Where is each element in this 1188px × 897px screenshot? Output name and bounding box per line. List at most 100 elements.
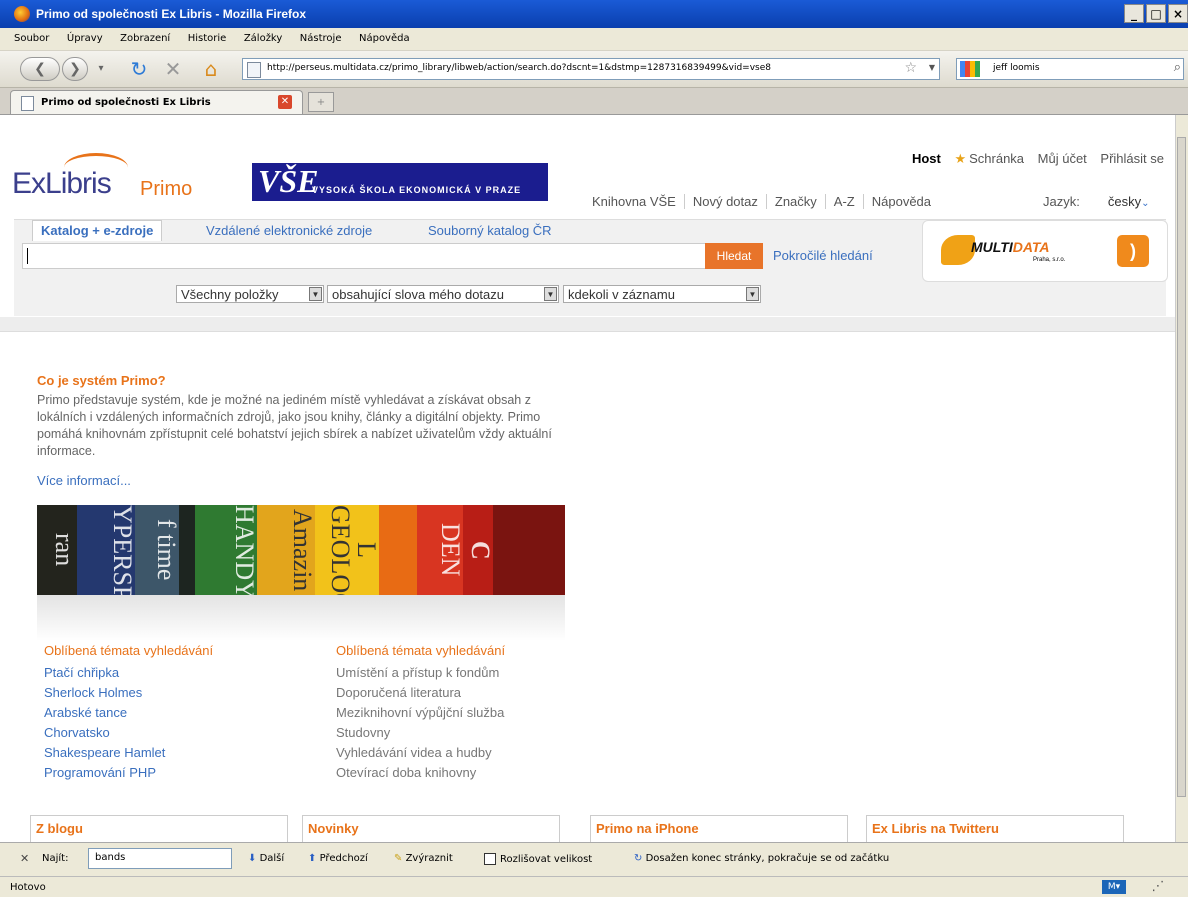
web-search-box[interactable]: jeff loomis ⌕ (956, 58, 1184, 80)
popular-left-item[interactable]: Shakespeare Hamlet (44, 743, 165, 763)
language-selector[interactable]: Jazyk: česky⌄ (1043, 194, 1149, 209)
book-spine: HANDY (195, 505, 257, 595)
multidata-swirl-icon (941, 235, 975, 265)
popular-left-item[interactable]: Arabské tance (44, 703, 165, 723)
match-select[interactable]: obsahující slova mého dotazu ▼ (327, 285, 559, 303)
iphone-box-title[interactable]: Primo na iPhone (596, 821, 699, 836)
popular-right-item[interactable]: Studovny (336, 723, 504, 743)
multidata-brand2: DATA (1012, 239, 1050, 255)
search-button[interactable]: Hledat (705, 243, 763, 269)
tab-soubory-katalog[interactable]: Souborný katalog ČR (428, 223, 552, 238)
wrap-icon: ↻ (634, 853, 643, 864)
close-button[interactable]: × (1168, 4, 1188, 23)
history-dropdown-icon[interactable]: ▾ (90, 58, 112, 80)
dropdown-arrow-icon[interactable]: ▼ (309, 287, 322, 301)
search-icon[interactable]: ⌕ (1174, 60, 1181, 75)
maximize-button[interactable]: □ (1146, 4, 1166, 23)
popular-left-item[interactable]: Ptačí chřipka (44, 663, 165, 683)
close-find-icon[interactable]: ✕ (20, 852, 29, 865)
basket-link[interactable]: Schránka (969, 151, 1024, 166)
addon-icon[interactable]: M▾ (1102, 880, 1126, 894)
book-spines-banner: ran YPERSPA f time HANDY Amazin L GEOLOG… (37, 505, 565, 595)
menu-soubor[interactable]: Soubor (14, 33, 49, 44)
minimize-button[interactable]: _ (1124, 4, 1144, 23)
match-case-label: Rozlišovat velikost (500, 854, 593, 865)
navigation-toolbar: ❮ ❯ ▾ ↻ ✕ ⌂ http://perseus.multidata.cz/… (0, 51, 1188, 88)
menu-napoveda[interactable]: Nápověda (359, 33, 410, 44)
back-button[interactable]: ❮ (20, 57, 60, 81)
exlibris-logo[interactable]: ExLibris (12, 153, 128, 201)
search-input[interactable] (22, 243, 706, 269)
tab-close-icon[interactable]: ✕ (278, 95, 292, 109)
multidata-subtext: Praha, s.r.o. (1033, 257, 1066, 263)
account-link[interactable]: Můj účet (1038, 151, 1087, 166)
find-input[interactable]: bands (88, 848, 232, 869)
blog-box-title[interactable]: Z blogu (36, 821, 83, 836)
checkbox-icon[interactable] (484, 853, 496, 865)
link-novy-dotaz[interactable]: Nový dotaz (684, 194, 767, 209)
address-bar[interactable]: http://perseus.multidata.cz/primo_librar… (242, 58, 940, 80)
book-spine: DEN (417, 505, 463, 595)
news-box-title[interactable]: Novinky (308, 821, 359, 836)
link-a-z[interactable]: A-Z (825, 194, 864, 209)
language-value[interactable]: česky (1108, 194, 1141, 209)
home-icon[interactable]: ⌂ (200, 58, 222, 80)
book-spine: Amazin (257, 505, 315, 595)
book-spine-plain (179, 505, 195, 595)
about-title: Co je systém Primo? (37, 373, 166, 388)
menu-historie[interactable]: Historie (188, 33, 227, 44)
highlight-button[interactable]: ✎ Zvýraznit (394, 853, 453, 864)
menu-zalozky[interactable]: Záložky (244, 33, 282, 44)
stop-icon[interactable]: ✕ (162, 58, 184, 80)
bookmark-star-icon[interactable]: ☆ (904, 60, 917, 76)
menu-upravy[interactable]: Úpravy (67, 33, 103, 44)
rss-icon[interactable]: ) (1117, 235, 1149, 267)
popular-left-item[interactable]: Programování PHP (44, 763, 165, 783)
menu-zobrazeni[interactable]: Zobrazení (120, 33, 170, 44)
dropdown-arrow-icon[interactable]: ▼ (746, 287, 759, 301)
match-select-value: obsahující slova mého dotazu (332, 287, 504, 302)
chevron-down-icon[interactable]: ⌄ (1141, 198, 1149, 209)
web-search-value: jeff loomis (993, 63, 1040, 73)
search-engine-icon[interactable] (960, 61, 980, 77)
more-info-link[interactable]: Více informací... (37, 473, 131, 488)
url-dropdown-icon[interactable]: ▼ (929, 63, 935, 72)
find-prev-button[interactable]: ⬆ Předchozí (308, 853, 368, 864)
link-napoveda[interactable]: Nápověda (864, 194, 939, 209)
popular-right-item[interactable]: Meziknihovní výpůjční služba (336, 703, 504, 723)
link-knihovna[interactable]: Knihovna VŠE (584, 194, 685, 209)
find-next-button[interactable]: ⬇ Další (248, 853, 284, 864)
popular-left-item[interactable]: Chorvatsko (44, 723, 165, 743)
dropdown-arrow-icon[interactable]: ▼ (544, 287, 557, 301)
match-case-checkbox[interactable]: Rozlišovat velikost (484, 853, 592, 865)
reload-icon[interactable]: ↻ (128, 58, 150, 80)
link-znacky[interactable]: Značky (766, 194, 826, 209)
scrollbar-thumb[interactable] (1177, 137, 1186, 797)
book-spine: C (463, 505, 493, 595)
forward-button[interactable]: ❯ (62, 57, 88, 81)
popular-right-item[interactable]: Vyhledávání videa a hudby (336, 743, 504, 763)
multidata-wordmark: MULTIDATA (971, 239, 1050, 255)
multidata-logo[interactable]: MULTIDATA Praha, s.r.o. (941, 235, 1101, 265)
menu-nastroje[interactable]: Nástroje (300, 33, 342, 44)
field-select[interactable]: kdekoli v záznamu ▼ (563, 285, 761, 303)
popular-right-item[interactable]: Doporučená literatura (336, 683, 504, 703)
popular-right-item[interactable]: Otevírací doba knihovny (336, 763, 504, 783)
popular-left-title: Oblíbená témata vyhledávání (44, 643, 214, 658)
vertical-scrollbar[interactable] (1175, 115, 1188, 842)
popular-right-item[interactable]: Umístění a přístup k fondům (336, 663, 504, 683)
tab-vzdalene-zdroje[interactable]: Vzdálené elektronické zdroje (206, 223, 372, 238)
scope-select[interactable]: Všechny položky ▼ (176, 285, 324, 303)
book-reflection (37, 595, 565, 641)
popular-left-item[interactable]: Sherlock Holmes (44, 683, 165, 703)
login-link[interactable]: Přihlásit se (1100, 151, 1164, 166)
vse-logo[interactable]: VŠE VYSOKÁ ŠKOLA EKONOMICKÁ V PRAZE (252, 163, 548, 201)
arrow-down-icon: ⬇ (248, 853, 257, 864)
twitter-box-title[interactable]: Ex Libris na Twitteru (872, 821, 999, 836)
highlighter-icon: ✎ (394, 853, 403, 864)
resize-grip-icon[interactable]: ⋰ (1150, 879, 1166, 895)
tab-primo[interactable]: Primo od společnosti Ex Libris ✕ (10, 90, 303, 114)
tab-katalog[interactable]: Katalog + e-zdroje (32, 220, 163, 241)
new-tab-button[interactable]: + (308, 92, 334, 112)
advanced-search-link[interactable]: Pokročilé hledání (773, 248, 873, 263)
